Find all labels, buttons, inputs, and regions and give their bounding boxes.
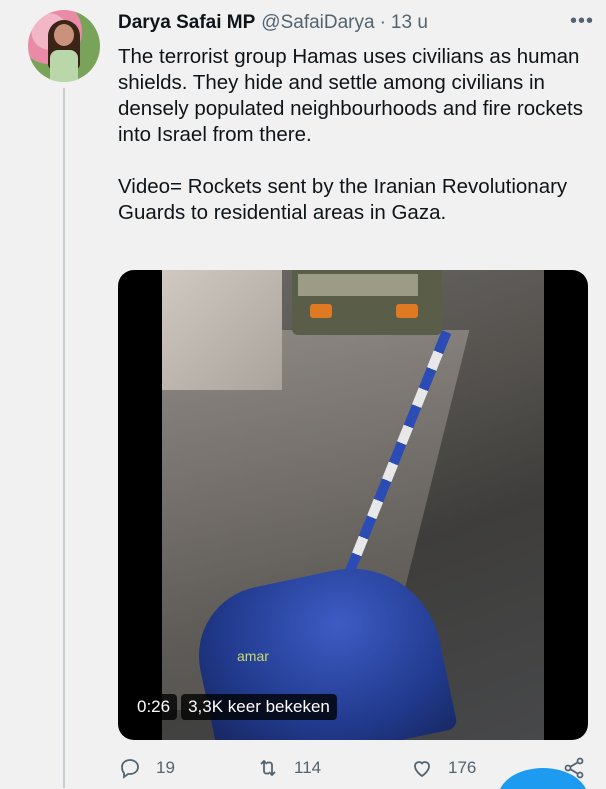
truck-lamp	[310, 304, 332, 318]
reply-button[interactable]: 19	[118, 756, 175, 780]
tweet-paragraph-1: The terrorist group Hamas uses civilians…	[118, 45, 583, 146]
video-frame[interactable]: amar	[162, 270, 544, 740]
truck-bed	[298, 274, 418, 296]
retweet-icon	[260, 759, 276, 777]
separator-dot: ·	[379, 12, 386, 33]
more-options-icon[interactable]: •••	[570, 10, 594, 33]
reply-count: 19	[156, 758, 175, 777]
truck-lamp	[396, 304, 418, 318]
avatar-body	[50, 50, 78, 82]
video-views: 3,3K keer bekeken	[181, 694, 337, 720]
thread-line	[63, 88, 65, 788]
tweet-text: The terrorist group Hamas uses civilians…	[118, 44, 593, 226]
like-count: 176	[448, 758, 477, 777]
reply-icon	[121, 759, 139, 779]
video-duration: 0:26	[130, 694, 178, 720]
tweet-time[interactable]: 13 u	[391, 12, 428, 34]
like-button[interactable]: 176	[410, 756, 476, 780]
retweet-count: 114	[294, 758, 322, 777]
video-sidewalk	[162, 270, 282, 390]
tweet-paragraph-2: Video= Rockets sent by the Iranian Revol…	[118, 175, 568, 224]
avatar-face	[54, 24, 74, 46]
video-info-badge: 0:26 3,3K keer bekeken	[130, 694, 337, 720]
retweet-button[interactable]: 114	[256, 756, 321, 780]
heart-icon	[414, 761, 430, 778]
author-handle[interactable]: @SafaiDarya	[261, 12, 374, 34]
video-truck	[292, 270, 442, 335]
author-name[interactable]: Darya Safai MP	[118, 12, 255, 34]
tweet[interactable]: Darya Safai MP @SafaiDarya · 13 u ••• Th…	[0, 0, 606, 789]
video-player[interactable]: amar 0:26 3,3K keer bekeken	[118, 270, 588, 740]
avatar[interactable]	[28, 10, 100, 82]
video-watermark: amar	[237, 648, 269, 664]
tweet-header: Darya Safai MP @SafaiDarya · 13 u	[118, 12, 586, 38]
